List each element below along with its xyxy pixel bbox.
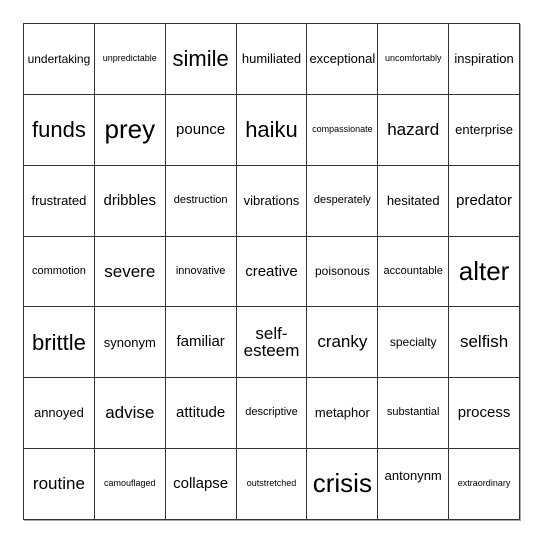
bingo-cell[interactable]: inspiration bbox=[449, 24, 520, 95]
bingo-cell[interactable]: pounce bbox=[165, 94, 237, 166]
bingo-cell[interactable]: haiku bbox=[236, 94, 308, 166]
bingo-cell[interactable]: creative bbox=[236, 236, 308, 308]
bingo-cell[interactable]: exceptional bbox=[307, 24, 379, 95]
bingo-cell[interactable]: commotion bbox=[24, 236, 95, 308]
bingo-cell[interactable]: frustrated bbox=[24, 165, 95, 237]
bingo-cell[interactable]: annoyed bbox=[24, 378, 95, 450]
bingo-cell[interactable]: humiliated bbox=[236, 24, 308, 95]
bingo-cell[interactable]: descriptive bbox=[236, 378, 308, 450]
bingo-cell[interactable]: antonynm bbox=[378, 449, 450, 520]
bingo-cell[interactable]: uncomfortably bbox=[378, 24, 450, 95]
bingo-cell[interactable]: accountable bbox=[378, 236, 450, 308]
bingo-cell[interactable]: attitude bbox=[165, 378, 237, 450]
bingo-cell[interactable]: destruction bbox=[165, 165, 237, 237]
bingo-cell[interactable]: routine bbox=[24, 449, 95, 520]
bingo-cell[interactable]: synonym bbox=[94, 307, 166, 379]
bingo-cell[interactable]: desperately bbox=[307, 165, 379, 237]
bingo-cell[interactable]: poisonous bbox=[307, 236, 379, 308]
bingo-cell[interactable]: camouflaged bbox=[94, 449, 166, 520]
bingo-cell[interactable]: selfish bbox=[449, 307, 520, 379]
bingo-cell[interactable]: severe bbox=[94, 236, 166, 308]
bingo-board: undertaking unpredictable simile humilia… bbox=[23, 23, 520, 520]
bingo-cell[interactable]: funds bbox=[24, 94, 95, 166]
bingo-cell[interactable]: crisis bbox=[307, 449, 379, 520]
bingo-cell[interactable]: metaphor bbox=[307, 378, 379, 450]
bingo-cell[interactable]: vibrations bbox=[236, 165, 308, 237]
bingo-cell[interactable]: specialty bbox=[378, 307, 450, 379]
bingo-cell[interactable]: prey bbox=[94, 94, 166, 166]
bingo-cell[interactable]: dribbles bbox=[94, 165, 166, 237]
bingo-cell[interactable]: cranky bbox=[307, 307, 379, 379]
bingo-cell[interactable]: advise bbox=[94, 378, 166, 450]
bingo-cell[interactable]: unpredictable bbox=[94, 24, 166, 95]
bingo-cell[interactable]: predator bbox=[449, 165, 520, 237]
bingo-cell[interactable]: compassionate bbox=[307, 94, 379, 166]
bingo-cell[interactable]: hazard bbox=[378, 94, 450, 166]
bingo-cell[interactable]: self-esteem bbox=[236, 307, 308, 379]
bingo-cell[interactable]: simile bbox=[165, 24, 237, 95]
bingo-cell[interactable]: enterprise bbox=[449, 94, 520, 166]
bingo-cell[interactable]: undertaking bbox=[24, 24, 95, 95]
bingo-cell[interactable]: outstretched bbox=[236, 449, 308, 520]
bingo-cell[interactable]: collapse bbox=[165, 449, 237, 520]
bingo-cell[interactable]: process bbox=[449, 378, 520, 450]
bingo-cell[interactable]: brittle bbox=[24, 307, 95, 379]
bingo-cell[interactable]: substantial bbox=[378, 378, 450, 450]
bingo-cell[interactable]: innovative bbox=[165, 236, 237, 308]
bingo-cell[interactable]: hesitated bbox=[378, 165, 450, 237]
bingo-cell[interactable]: familiar bbox=[165, 307, 237, 379]
bingo-cell[interactable]: alter bbox=[449, 236, 520, 308]
bingo-cell[interactable]: extraordinary bbox=[449, 449, 520, 520]
